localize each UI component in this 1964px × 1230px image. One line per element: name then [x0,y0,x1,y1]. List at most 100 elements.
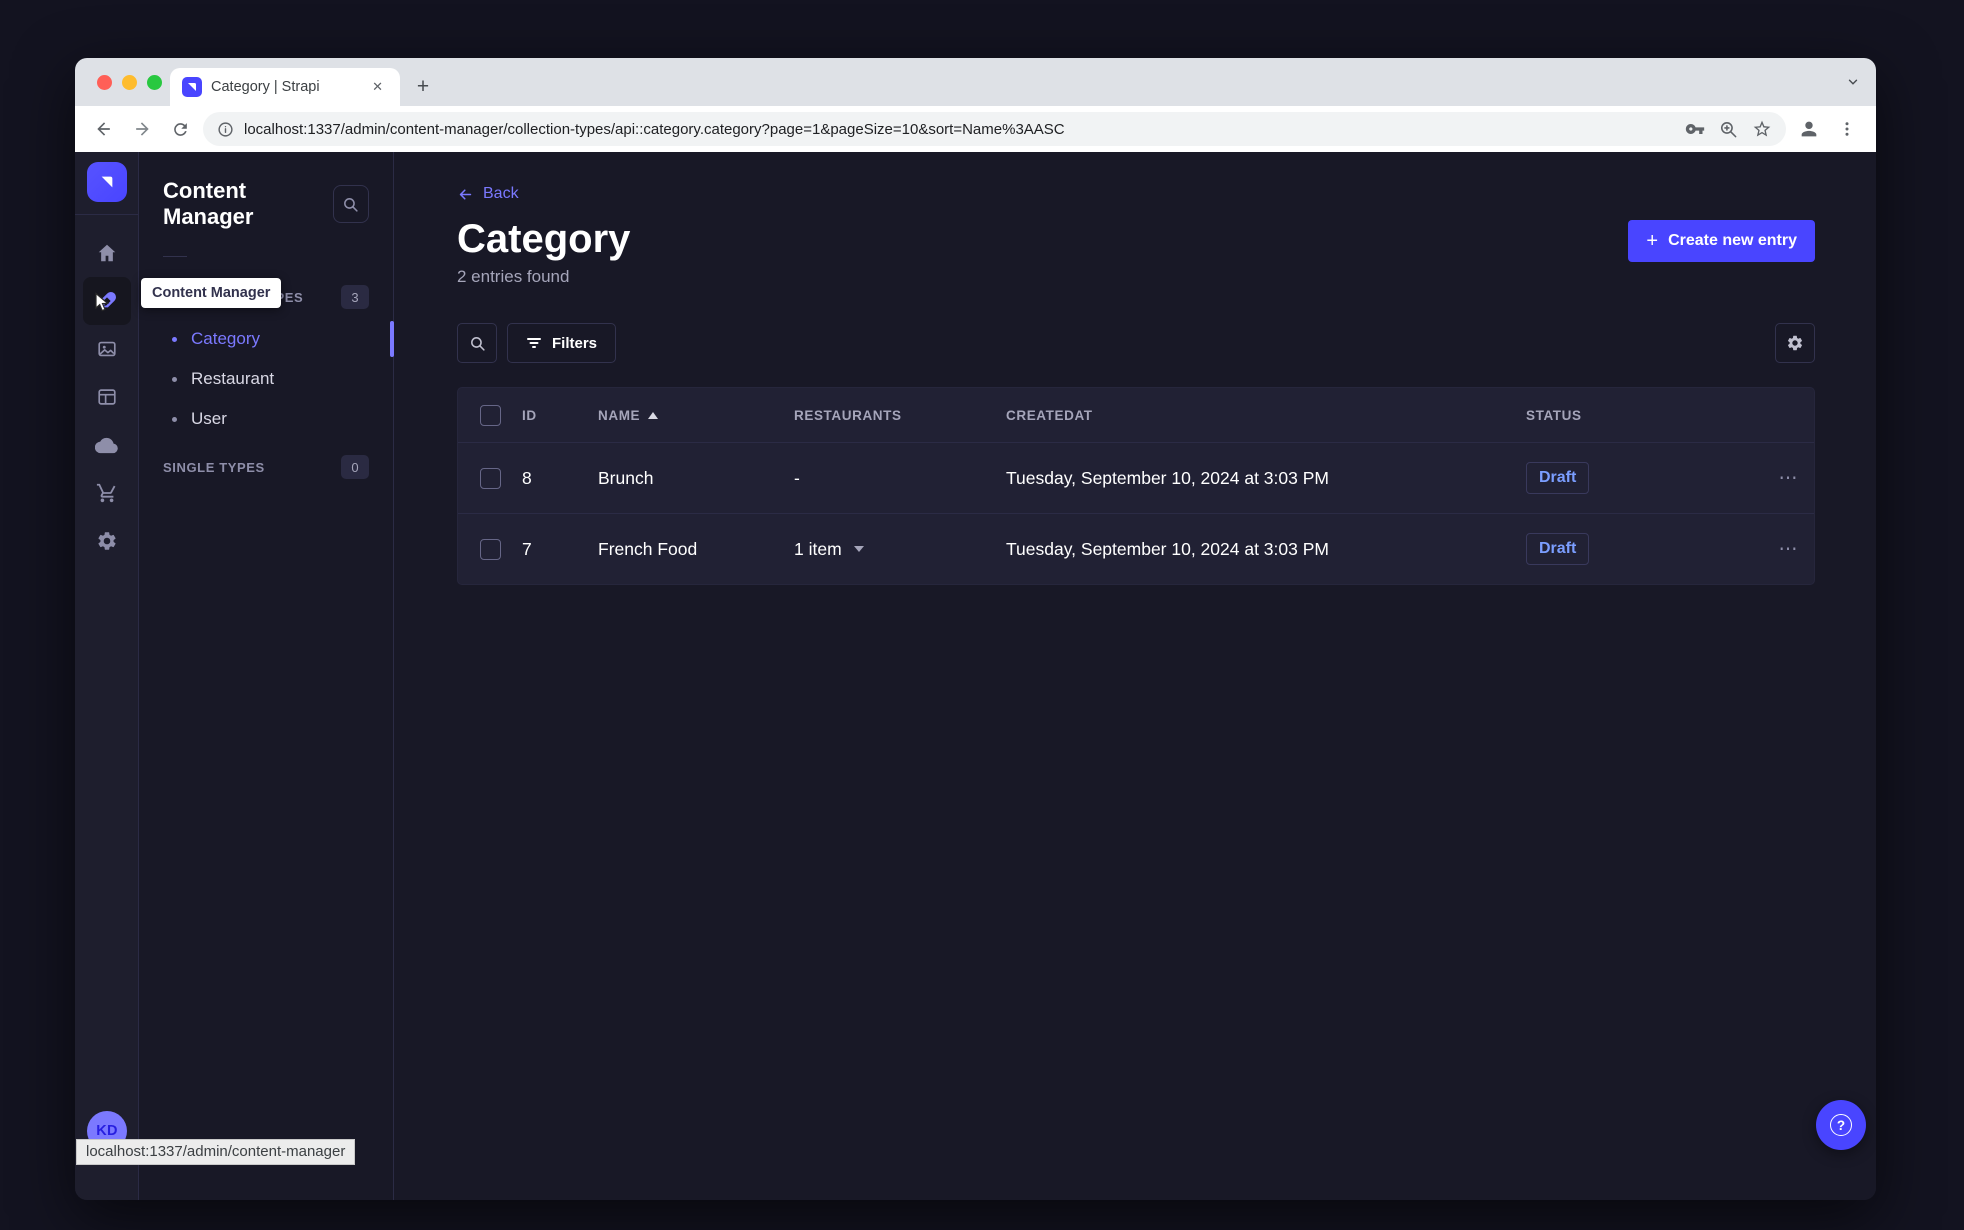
rail-divider [75,214,139,215]
row-actions-menu[interactable]: ⋯ [1764,467,1814,490]
nav-cloud[interactable] [83,421,131,469]
collection-types-count: 3 [341,285,369,309]
cell-id: 8 [522,467,532,488]
column-header-createdat[interactable]: CREATEDAT [1006,408,1526,423]
column-header-name[interactable]: NAME [598,408,794,423]
sidebar-item-label: Category [191,329,260,348]
question-icon: ? [1830,1114,1852,1136]
column-header-id[interactable]: ID [522,408,598,423]
profile-icon[interactable] [1794,114,1824,144]
nav-media-library[interactable] [83,325,131,373]
cell-createdat: Tuesday, September 10, 2024 at 3:03 PM [1006,538,1329,559]
column-header-name-label: NAME [598,407,641,423]
single-types-label: SINGLE TYPES [163,459,265,475]
sidebar-title: Content Manager [163,178,254,229]
view-settings-button[interactable] [1775,323,1815,363]
nav-rail: KD [75,152,139,1200]
sidebar-item-category[interactable]: Category [163,319,394,359]
cell-name: Brunch [598,467,654,488]
sidebar-item-user[interactable]: User [163,399,369,439]
filters-label: Filters [552,334,598,352]
bullet-icon [172,416,177,422]
strapi-favicon [182,77,202,97]
help-button[interactable]: ? [1816,1100,1866,1150]
nav-content-manager[interactable] [82,277,131,325]
browser-tab[interactable]: Category | Strapi ✕ [170,68,400,106]
table-header-row: ID NAME RESTAURANTS CREATEDAT STATUS [458,388,1814,442]
minimize-window-button[interactable] [122,75,137,90]
forward-icon[interactable] [127,114,157,144]
password-key-icon[interactable] [1685,119,1705,139]
entries-table: ID NAME RESTAURANTS CREATEDAT STATUS 8 B… [457,387,1815,585]
select-all-checkbox[interactable] [479,404,501,426]
sort-ascending-icon [648,411,659,419]
sidebar-search-button[interactable] [332,185,369,223]
content-manager-sidebar: Content Manager COLLECTION TYPES 3 Categ… [139,152,394,1200]
bullet-icon [172,376,177,382]
filter-icon [527,338,541,348]
cell-restaurants: - [794,467,800,488]
back-link[interactable]: Back [457,185,1815,203]
content-manager-tooltip: Content Manager [141,278,282,308]
page-title: Category [457,217,631,261]
search-icon [470,336,485,351]
url-bar[interactable]: localhost:1337/admin/content-manager/col… [203,112,1786,146]
new-tab-button[interactable]: + [408,72,438,102]
row-actions-menu[interactable]: ⋯ [1764,538,1814,561]
row-checkbox[interactable] [479,467,501,489]
table-search-button[interactable] [457,323,497,363]
cell-restaurants[interactable]: 1 item [794,539,1006,560]
strapi-admin: KD Content Manager COLLECTION TYPES 3 Ca… [75,152,1876,1200]
cell-createdat: Tuesday, September 10, 2024 at 3:03 PM [1006,467,1329,488]
nav-home[interactable] [83,229,131,277]
status-badge: Draft [1526,462,1590,494]
filters-button[interactable]: Filters [507,323,617,363]
back-arrow-icon [459,188,472,200]
back-icon[interactable] [89,114,119,144]
restaurants-count: 1 item [794,538,842,559]
gear-icon [1787,335,1803,351]
search-icon [344,197,359,212]
maximize-window-button[interactable] [147,75,162,90]
status-bar-link: localhost:1337/admin/content-manager [76,1139,356,1165]
plus-icon: + [1646,230,1659,252]
create-button-label: Create new entry [1668,232,1797,249]
sidebar-item-label: User [191,409,227,428]
bookmark-star-icon[interactable] [1752,119,1772,139]
window-controls [97,75,162,90]
chevron-down-icon[interactable] [1842,71,1864,93]
nav-content-type-builder[interactable] [83,373,131,421]
table-row[interactable]: 7 French Food 1 item Tuesday, September … [458,513,1814,584]
single-types-count: 0 [341,455,369,479]
zoom-icon[interactable] [1719,120,1738,139]
nav-marketplace[interactable] [83,469,131,517]
info-icon[interactable] [217,121,234,138]
column-header-restaurants[interactable]: RESTAURANTS [794,408,1006,423]
tab-title: Category | Strapi [211,79,320,95]
url-text[interactable]: localhost:1337/admin/content-manager/col… [244,121,1675,138]
sidebar-item-label: Restaurant [191,369,275,388]
browser-toolbar: localhost:1337/admin/content-manager/col… [75,106,1876,152]
main-content: Back Category 2 entries found + Create n… [394,152,1876,1200]
bullet-icon [172,336,177,342]
cell-id: 7 [522,538,532,559]
close-window-button[interactable] [97,75,112,90]
divider [163,256,187,257]
browser-menu-icon[interactable] [1832,114,1862,144]
browser-tab-strip: Category | Strapi ✕ + [75,58,1876,106]
cell-name: French Food [598,538,698,559]
create-new-entry-button[interactable]: + Create new entry [1628,220,1815,262]
column-header-status[interactable]: STATUS [1526,408,1764,423]
row-checkbox[interactable] [479,538,501,560]
close-tab-icon[interactable]: ✕ [367,77,388,97]
browser-window: Category | Strapi ✕ + localhost:1337/adm… [75,58,1876,1200]
reload-icon[interactable] [165,114,195,144]
entries-count: 2 entries found [457,267,570,286]
sidebar-item-restaurant[interactable]: Restaurant [163,359,369,399]
back-label: Back [483,185,519,202]
status-badge: Draft [1526,533,1590,565]
table-row[interactable]: 8 Brunch - Tuesday, September 10, 2024 a… [458,442,1814,513]
caret-down-icon [853,546,864,552]
nav-settings[interactable] [83,517,131,565]
strapi-logo[interactable] [86,162,127,202]
